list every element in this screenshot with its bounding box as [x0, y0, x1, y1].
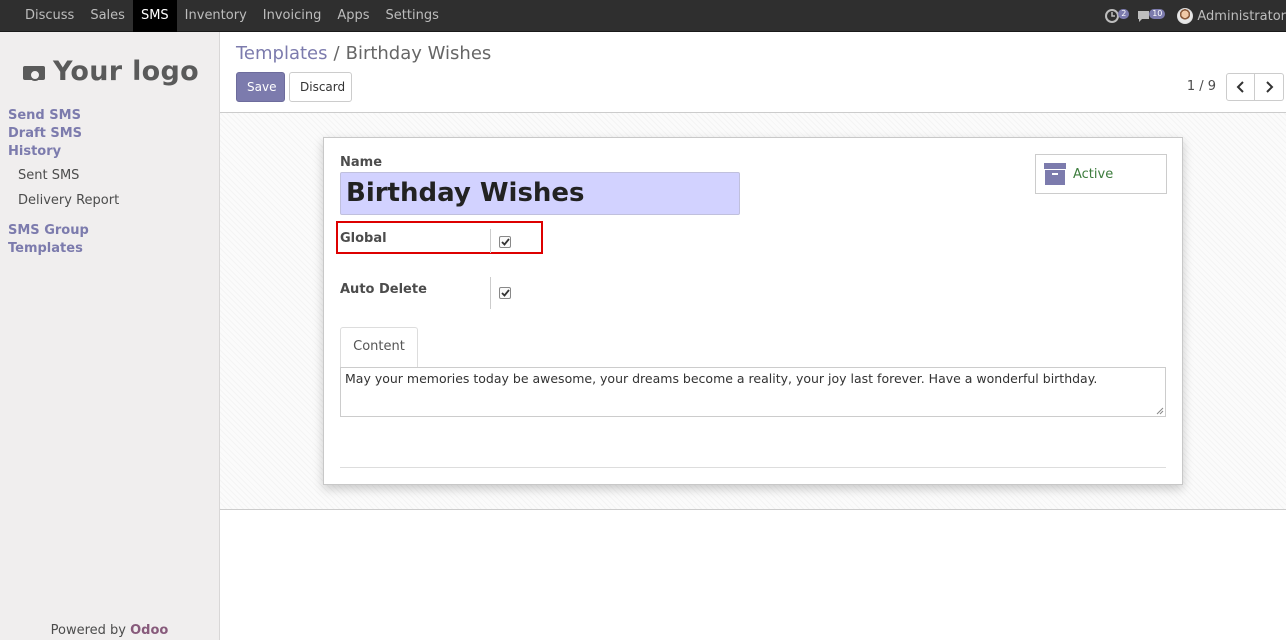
- sidebar-item-history[interactable]: History: [8, 143, 61, 161]
- chevron-right-icon: [1266, 81, 1274, 93]
- activity-badge: 2: [1118, 9, 1130, 19]
- menu-sms[interactable]: SMS: [132, 0, 177, 32]
- user-menu-name[interactable]: Administrator: [1197, 9, 1286, 24]
- odoo-link[interactable]: Odoo: [130, 623, 168, 638]
- global-checkbox[interactable]: [499, 236, 511, 248]
- user-avatar[interactable]: [1177, 8, 1194, 24]
- auto-delete-label: Auto Delete: [340, 282, 427, 297]
- pager-previous-button[interactable]: [1226, 73, 1255, 101]
- menu-apps[interactable]: Apps: [329, 0, 377, 32]
- global-label: Global: [340, 231, 387, 246]
- active-toggle-button[interactable]: Active: [1035, 154, 1167, 194]
- breadcrumb: Templates / Birthday Wishes: [236, 43, 491, 65]
- menu-sales[interactable]: Sales: [82, 0, 133, 32]
- content-text: May your memories today be awesome, your…: [345, 371, 1098, 386]
- messages-badge: 10: [1149, 9, 1166, 19]
- tab-content[interactable]: Content: [340, 327, 418, 368]
- menu-inventory[interactable]: Inventory: [177, 0, 255, 32]
- sidebar-item-send-sms[interactable]: Send SMS: [8, 107, 81, 125]
- content-textarea[interactable]: May your memories today be awesome, your…: [340, 367, 1166, 417]
- powered-by-label: Powered by: [50, 623, 126, 638]
- menu-discuss[interactable]: Discuss: [17, 0, 82, 32]
- activity-clock-icon[interactable]: 2: [1105, 9, 1130, 23]
- sidebar-item-delivery-report[interactable]: Delivery Report: [18, 192, 119, 210]
- discard-button[interactable]: Discard: [289, 72, 352, 102]
- logo-text: Your logo: [53, 55, 199, 87]
- powered-by: Powered by Odoo: [0, 623, 219, 638]
- breadcrumb-current: Birthday Wishes: [345, 43, 492, 64]
- messages-chat-icon[interactable]: 10: [1137, 9, 1166, 23]
- menu-invoicing[interactable]: Invoicing: [255, 0, 330, 32]
- sidebar-item-sms-group[interactable]: SMS Group: [8, 222, 89, 240]
- pager-value: 1 / 9: [1186, 79, 1216, 94]
- breadcrumb-templates[interactable]: Templates: [236, 43, 328, 65]
- sidebar-item-draft-sms[interactable]: Draft SMS: [8, 125, 82, 143]
- auto-delete-checkbox[interactable]: [499, 287, 511, 299]
- chevron-left-icon: [1236, 81, 1244, 93]
- control-panel: Templates / Birthday Wishes Save Discard…: [220, 32, 1286, 113]
- sidebar-item-sent-sms[interactable]: Sent SMS: [18, 167, 79, 185]
- camera-icon: [23, 62, 46, 81]
- name-label: Name: [340, 155, 383, 170]
- check-icon: [500, 289, 510, 297]
- archive-icon: [1044, 163, 1066, 185]
- sidebar-item-templates[interactable]: Templates: [8, 240, 83, 258]
- menu-settings[interactable]: Settings: [378, 0, 447, 32]
- company-logo[interactable]: Your logo: [22, 50, 200, 92]
- active-label: Active: [1073, 166, 1114, 182]
- breadcrumb-separator: /: [333, 43, 340, 64]
- resize-grip-icon[interactable]: [1156, 407, 1164, 415]
- check-icon: [500, 238, 510, 246]
- save-button[interactable]: Save: [236, 72, 285, 102]
- global-separator: [490, 229, 491, 253]
- auto-delete-separator: [490, 277, 491, 309]
- pager-next-button[interactable]: [1255, 73, 1284, 101]
- sheet-divider: [340, 467, 1166, 468]
- name-input[interactable]: Birthday Wishes: [340, 172, 740, 215]
- top-navbar: Discuss Sales SMS Inventory Invoicing Ap…: [0, 0, 1286, 32]
- form-sheet: Name Birthday Wishes Active Global Auto …: [323, 137, 1183, 485]
- sidebar: Your logo Send SMS Draft SMS History Sen…: [0, 32, 220, 640]
- systray: 2 10 Administrator: [1105, 0, 1286, 32]
- app-menu: Discuss Sales SMS Inventory Invoicing Ap…: [17, 0, 447, 32]
